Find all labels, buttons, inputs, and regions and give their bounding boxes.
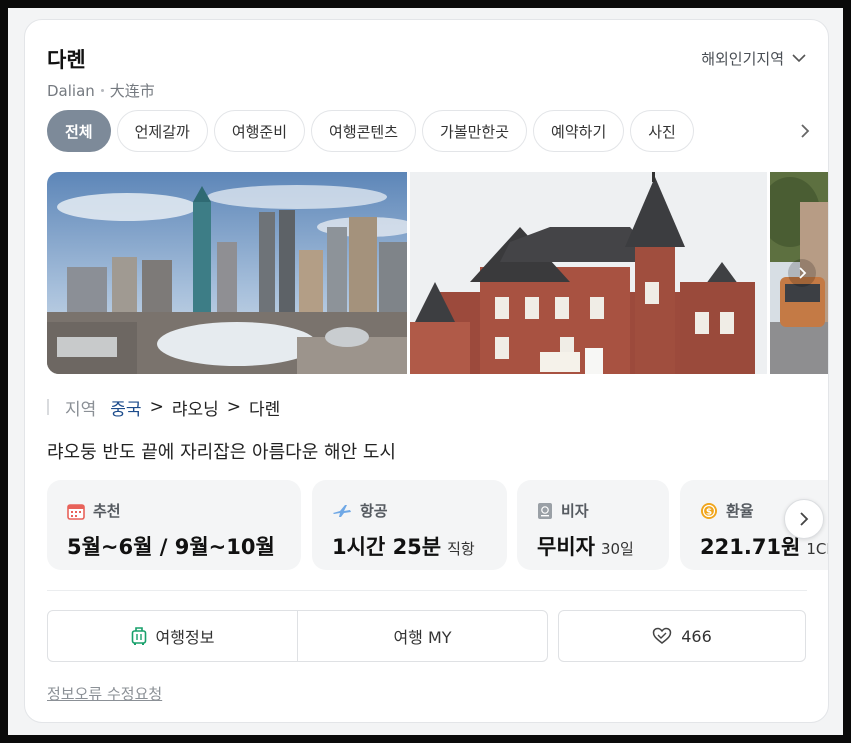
- subtitle-english: Dalian: [47, 81, 95, 100]
- breadcrumb-separator: >: [149, 397, 164, 417]
- tab-photos[interactable]: 사진: [630, 110, 694, 152]
- separator-dot: [100, 89, 104, 92]
- divider: [47, 590, 807, 591]
- info-card-recommend[interactable]: 추천 5월~6월 / 9월~10월: [47, 480, 301, 570]
- breadcrumb-city: 다롄: [248, 399, 281, 420]
- breadcrumb-country-link[interactable]: 중국: [110, 395, 141, 420]
- breadcrumb-bar: [47, 399, 49, 415]
- destination-description: 랴오둥 반도 끝에 자리잡은 아름다운 해안 도시: [47, 442, 396, 463]
- destination-card: 다롄 Dalian 大连市 해외인기지역 전체 언제갈까 여행준비 여행콘텐츠 …: [24, 19, 829, 723]
- visa-sub: 30일: [600, 540, 634, 558]
- recommend-label: 추천: [93, 502, 121, 520]
- heart-icon: [652, 627, 672, 644]
- like-button[interactable]: 466: [558, 610, 806, 662]
- destination-subtitle: Dalian 大连市: [47, 80, 155, 101]
- breadcrumb-separator: >: [226, 397, 241, 417]
- info-card-visa[interactable]: 비자 무비자 30일: [517, 480, 669, 570]
- destination-title: 다롄: [47, 48, 86, 72]
- region-selector-label: 해외인기지역: [701, 50, 784, 68]
- luggage-icon: [131, 627, 146, 645]
- currency-icon: $: [701, 502, 717, 519]
- travel-my-button[interactable]: 여행 MY: [297, 610, 548, 662]
- visa-value: 무비자: [537, 535, 595, 559]
- tab-when-to-go[interactable]: 언제갈까: [116, 110, 208, 152]
- chevron-right-icon: [798, 267, 806, 279]
- photos-next-button[interactable]: [788, 259, 816, 287]
- exchange-value: 221.71원: [700, 535, 801, 559]
- info-cards: 추천 5월~6월 / 9월~10월 항공 1시간 25분 직항 비자 무비자 3…: [47, 480, 828, 572]
- like-count: 466: [681, 626, 712, 646]
- chevron-right-icon: [800, 512, 809, 526]
- breadcrumb-province: 랴오닝: [171, 399, 219, 420]
- airplane-icon: [333, 504, 351, 517]
- photo-historic-building[interactable]: [410, 172, 767, 374]
- visa-label: 비자: [561, 502, 589, 520]
- chevron-right-icon: [801, 124, 810, 138]
- travel-info-button[interactable]: 여행정보: [47, 610, 298, 662]
- tab-places[interactable]: 가볼만한곳: [422, 110, 528, 152]
- flight-label: 항공: [360, 502, 388, 520]
- info-card-flight[interactable]: 항공 1시간 25분 직항: [312, 480, 507, 570]
- calendar-icon: [67, 503, 85, 520]
- exchange-label: 환율: [726, 502, 754, 520]
- travel-info-label: 여행정보: [155, 628, 215, 647]
- exchange-sub: 1CNY: [806, 540, 828, 558]
- tab-all[interactable]: 전체: [47, 110, 111, 152]
- breadcrumb-label: 지역: [65, 399, 97, 420]
- page-frame: 다롄 Dalian 大连市 해외인기지역 전체 언제갈까 여행준비 여행콘텐츠 …: [8, 8, 843, 735]
- photo-city-skyline[interactable]: [47, 172, 407, 374]
- flight-value: 1시간 25분: [332, 535, 442, 559]
- tab-booking[interactable]: 예약하기: [533, 110, 625, 152]
- report-error-link[interactable]: 정보오류 수정요청: [47, 683, 162, 704]
- tab-bar: 전체 언제갈까 여행준비 여행콘텐츠 가볼만한곳 예약하기 사진: [47, 110, 807, 154]
- tab-travel-prep[interactable]: 여행준비: [213, 110, 306, 152]
- region-breadcrumb: 지역 중국 > 랴오닝 > 다롄: [47, 395, 281, 420]
- tabs-next-button[interactable]: [792, 118, 818, 144]
- subtitle-local: 大连市: [109, 82, 155, 100]
- chevron-down-icon: [792, 54, 806, 63]
- passport-icon: [538, 502, 552, 519]
- info-next-button[interactable]: [784, 499, 824, 539]
- region-selector[interactable]: 해외인기지역: [701, 48, 806, 69]
- recommend-value: 5월~6월 / 9월~10월: [67, 535, 275, 559]
- travel-my-label: 여행 MY: [393, 628, 452, 647]
- flight-sub: 직항: [447, 540, 475, 558]
- svg-text:$: $: [706, 507, 712, 517]
- tab-travel-content[interactable]: 여행콘텐츠: [311, 110, 417, 152]
- photo-carousel: [47, 172, 828, 374]
